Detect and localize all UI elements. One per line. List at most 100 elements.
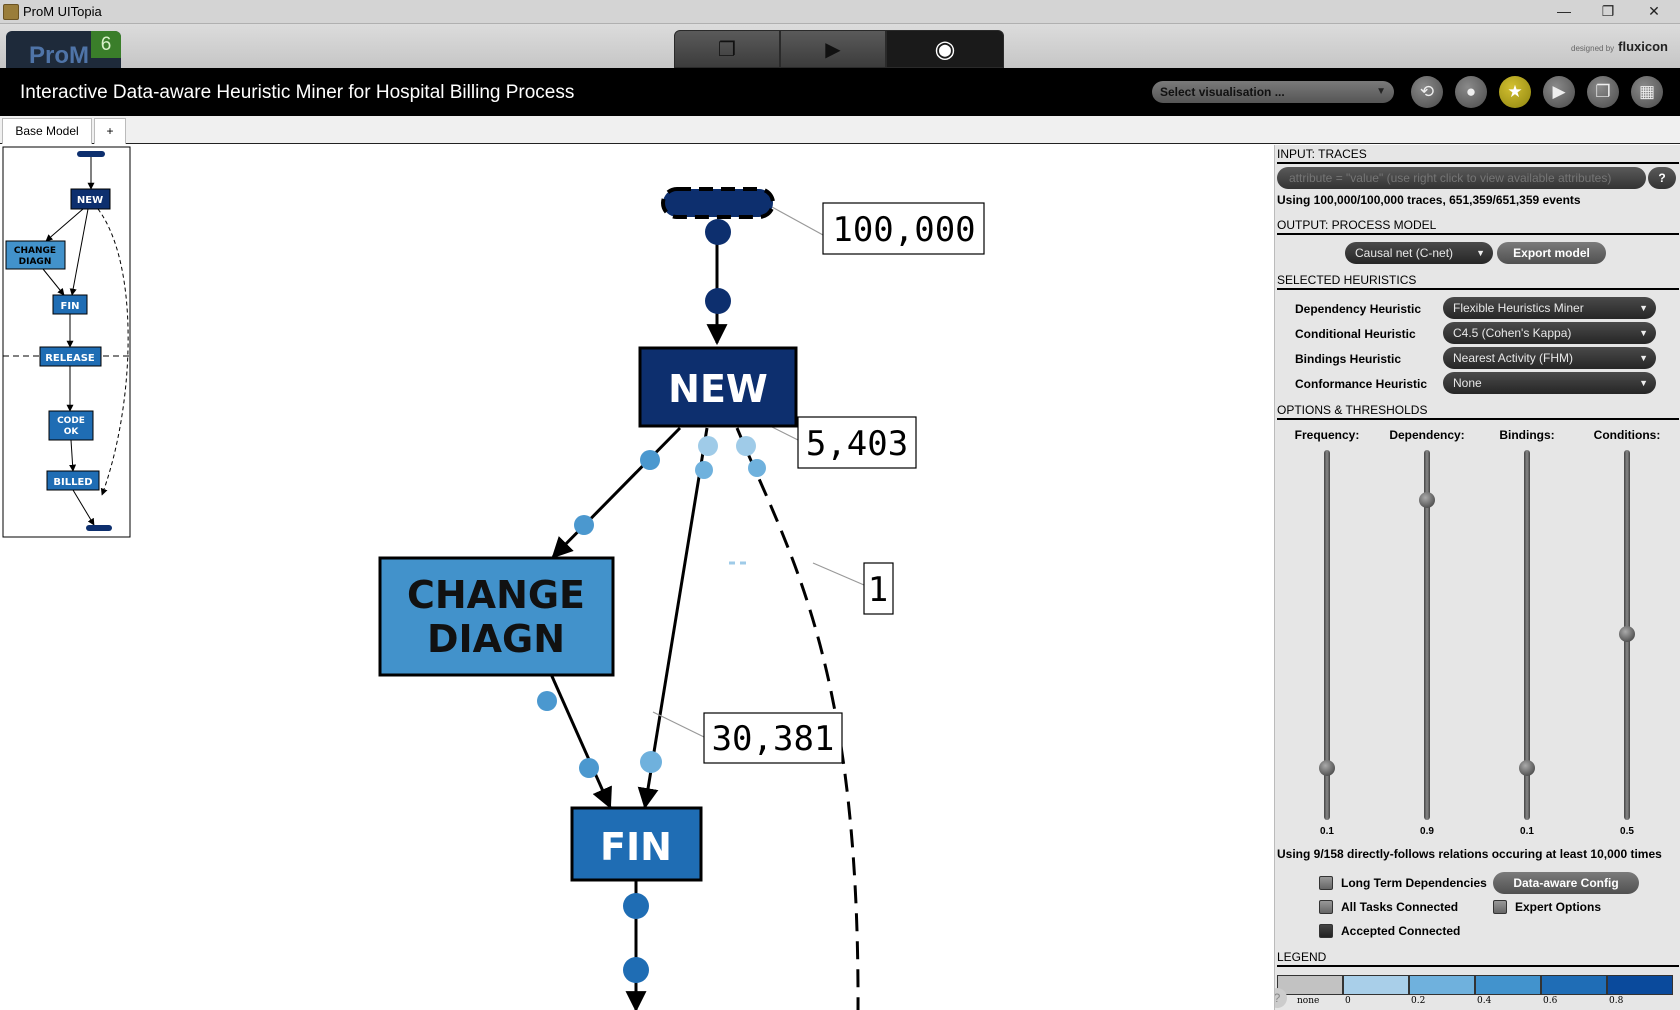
legend-tick: 0.8 [1609, 996, 1624, 1006]
app-window: ProM UITopia — ❐ ✕ ProM 6 ❐ ▶ ◉ designed… [0, 0, 1680, 1010]
minimap-release-label: RELEASE [45, 353, 95, 364]
top-toolbar: ProM 6 ❐ ▶ ◉ designed by fluxicon [0, 24, 1680, 69]
tab-base-model[interactable]: Base Model [2, 118, 92, 144]
legend-swatch [1343, 975, 1409, 995]
conditional-heuristic-select[interactable]: C4.5 (Cohen's Kappa) ▼ [1443, 322, 1656, 344]
legend-swatch [1277, 975, 1343, 995]
slider-knob[interactable] [1419, 491, 1435, 508]
binding-dot[interactable] [574, 515, 594, 535]
filter-help-button[interactable]: ? [1648, 167, 1676, 189]
heuristic-label: Bindings Heuristic [1295, 352, 1402, 366]
slider-label: Dependency: [1389, 428, 1465, 442]
binding-dot[interactable] [579, 758, 599, 778]
binding-dot[interactable] [705, 219, 731, 245]
binding-dot[interactable] [623, 957, 649, 983]
minimap-end-node [86, 525, 112, 531]
mode-tabs: ❐ ▶ ◉ [674, 30, 1004, 68]
close-button[interactable]: ✕ [1632, 0, 1676, 24]
expert-options-checkbox[interactable] [1493, 900, 1507, 914]
play-icon: ▶ [825, 38, 841, 61]
binding-dot[interactable] [695, 461, 713, 479]
grid-button[interactable]: ▦ [1631, 76, 1663, 108]
binding-dot[interactable] [537, 691, 557, 711]
views-tab[interactable]: ◉ [886, 30, 1004, 68]
actions-tab[interactable]: ▶ [780, 30, 886, 68]
output-type-select[interactable]: Causal net (C-net) ▼ [1345, 242, 1493, 264]
legend-swatch [1409, 975, 1475, 995]
input-traces-title: INPUT: TRACES [1277, 147, 1679, 164]
legend-tick: 0 [1345, 996, 1351, 1006]
heuristic-value: C4.5 (Cohen's Kappa) [1453, 326, 1572, 340]
count-start: 100,000 [832, 210, 975, 250]
binding-dot[interactable] [748, 459, 766, 477]
restore-button[interactable]: ❐ [1586, 0, 1630, 24]
slider-value: 0.5 [1620, 826, 1634, 837]
output-model-title: OUTPUT: PROCESS MODEL [1277, 218, 1679, 235]
fluxicon-logo: fluxicon [1618, 39, 1668, 54]
workspace-tab[interactable]: ❐ [674, 30, 780, 68]
slider-knob[interactable] [1619, 626, 1635, 642]
export-model-button[interactable]: Export model [1497, 242, 1606, 264]
refresh-button[interactable]: ⟲ [1411, 76, 1443, 108]
heuristic-value: Nearest Activity (FHM) [1453, 351, 1574, 365]
favorite-button[interactable]: ★ [1499, 76, 1531, 108]
prom-logo: ProM 6 [6, 31, 121, 69]
binding-dot[interactable] [736, 436, 756, 456]
start-node[interactable] [661, 187, 775, 219]
model-tabstrip: Base Model + [0, 116, 1680, 144]
edge-new-fin[interactable] [637, 427, 709, 810]
chevron-down-icon: ▼ [1639, 328, 1648, 338]
slider-value: 0.1 [1320, 826, 1334, 837]
designed-by: designed by fluxicon [1571, 39, 1668, 54]
data-aware-config-button[interactable]: Data-aware Config [1493, 872, 1639, 894]
slider-knob[interactable] [1519, 760, 1535, 777]
all-tasks-connected-checkbox[interactable] [1319, 900, 1333, 914]
prom-app-icon [3, 4, 19, 20]
page-title: Interactive Data-aware Heuristic Miner f… [20, 82, 575, 103]
relations-info: Using 9/158 directly-follows relations o… [1277, 847, 1662, 861]
window-titlebar: ProM UITopia — ❐ ✕ [0, 0, 1680, 24]
play-icon: ▶ [1552, 82, 1566, 101]
heuristic-label: Conditional Heuristic [1295, 327, 1416, 341]
expert-options-label: Expert Options [1515, 900, 1602, 914]
trace-filter-input[interactable] [1277, 167, 1646, 189]
binding-dot[interactable] [705, 288, 731, 314]
play-button[interactable]: ▶ [1543, 76, 1575, 108]
slider-knob[interactable] [1319, 760, 1335, 777]
binding-dot[interactable] [698, 436, 718, 456]
node-fin-label: FIN [600, 825, 672, 869]
binding-dot[interactable] [640, 450, 660, 470]
minimap[interactable]: NEW CHANGE DIAGN FIN RELEASE CODE OK BIL… [2, 146, 131, 538]
accepted-connected-label: Accepted Connected [1341, 924, 1461, 938]
workspace-icon: ❐ [718, 38, 736, 61]
copy-button[interactable]: ❐ [1587, 76, 1619, 108]
visualisation-select[interactable]: Select visualisation ... ▼ [1152, 81, 1394, 103]
slider-value: 0.1 [1520, 826, 1534, 837]
legend-tick: 0.2 [1411, 996, 1426, 1006]
accepted-connected-checkbox[interactable] [1319, 924, 1333, 938]
bindings-heuristic-select[interactable]: Nearest Activity (FHM) ▼ [1443, 347, 1656, 369]
legend-title: LEGEND [1277, 950, 1679, 967]
legend-tick: none [1297, 996, 1320, 1006]
binding-dot[interactable] [623, 893, 649, 919]
dependency-heuristic-select[interactable]: Flexible Heuristics Miner ▼ [1443, 297, 1656, 319]
slider-label: Conditions: [1593, 428, 1661, 442]
node-change-label-2: DIAGN [427, 617, 565, 661]
minimize-button[interactable]: — [1542, 0, 1586, 24]
edge-new-change[interactable] [551, 426, 682, 559]
heuristic-value: Flexible Heuristics Miner [1453, 301, 1584, 315]
add-tab-button[interactable]: + [94, 118, 126, 144]
model-canvas[interactable]: NEW CHANGE DIAGN FIN RELEASE CODE OK BIL… [0, 145, 1274, 1010]
binding-dot[interactable] [640, 751, 662, 773]
long-term-dependencies-checkbox[interactable] [1319, 876, 1333, 890]
star-icon: ★ [1507, 82, 1523, 101]
prom-logo-version: 6 [91, 31, 121, 58]
drop-button[interactable]: ● [1455, 76, 1487, 108]
minimap-billed-label: BILLED [53, 477, 92, 488]
conformance-heuristic-select[interactable]: None ▼ [1443, 372, 1656, 394]
legend-swatch [1475, 975, 1541, 995]
traces-info: Using 100,000/100,000 traces, 651,359/65… [1277, 193, 1581, 207]
node-change-label-1: CHANGE [407, 573, 585, 617]
chevron-down-icon: ▼ [1639, 353, 1648, 363]
legend-swatch [1541, 975, 1607, 995]
